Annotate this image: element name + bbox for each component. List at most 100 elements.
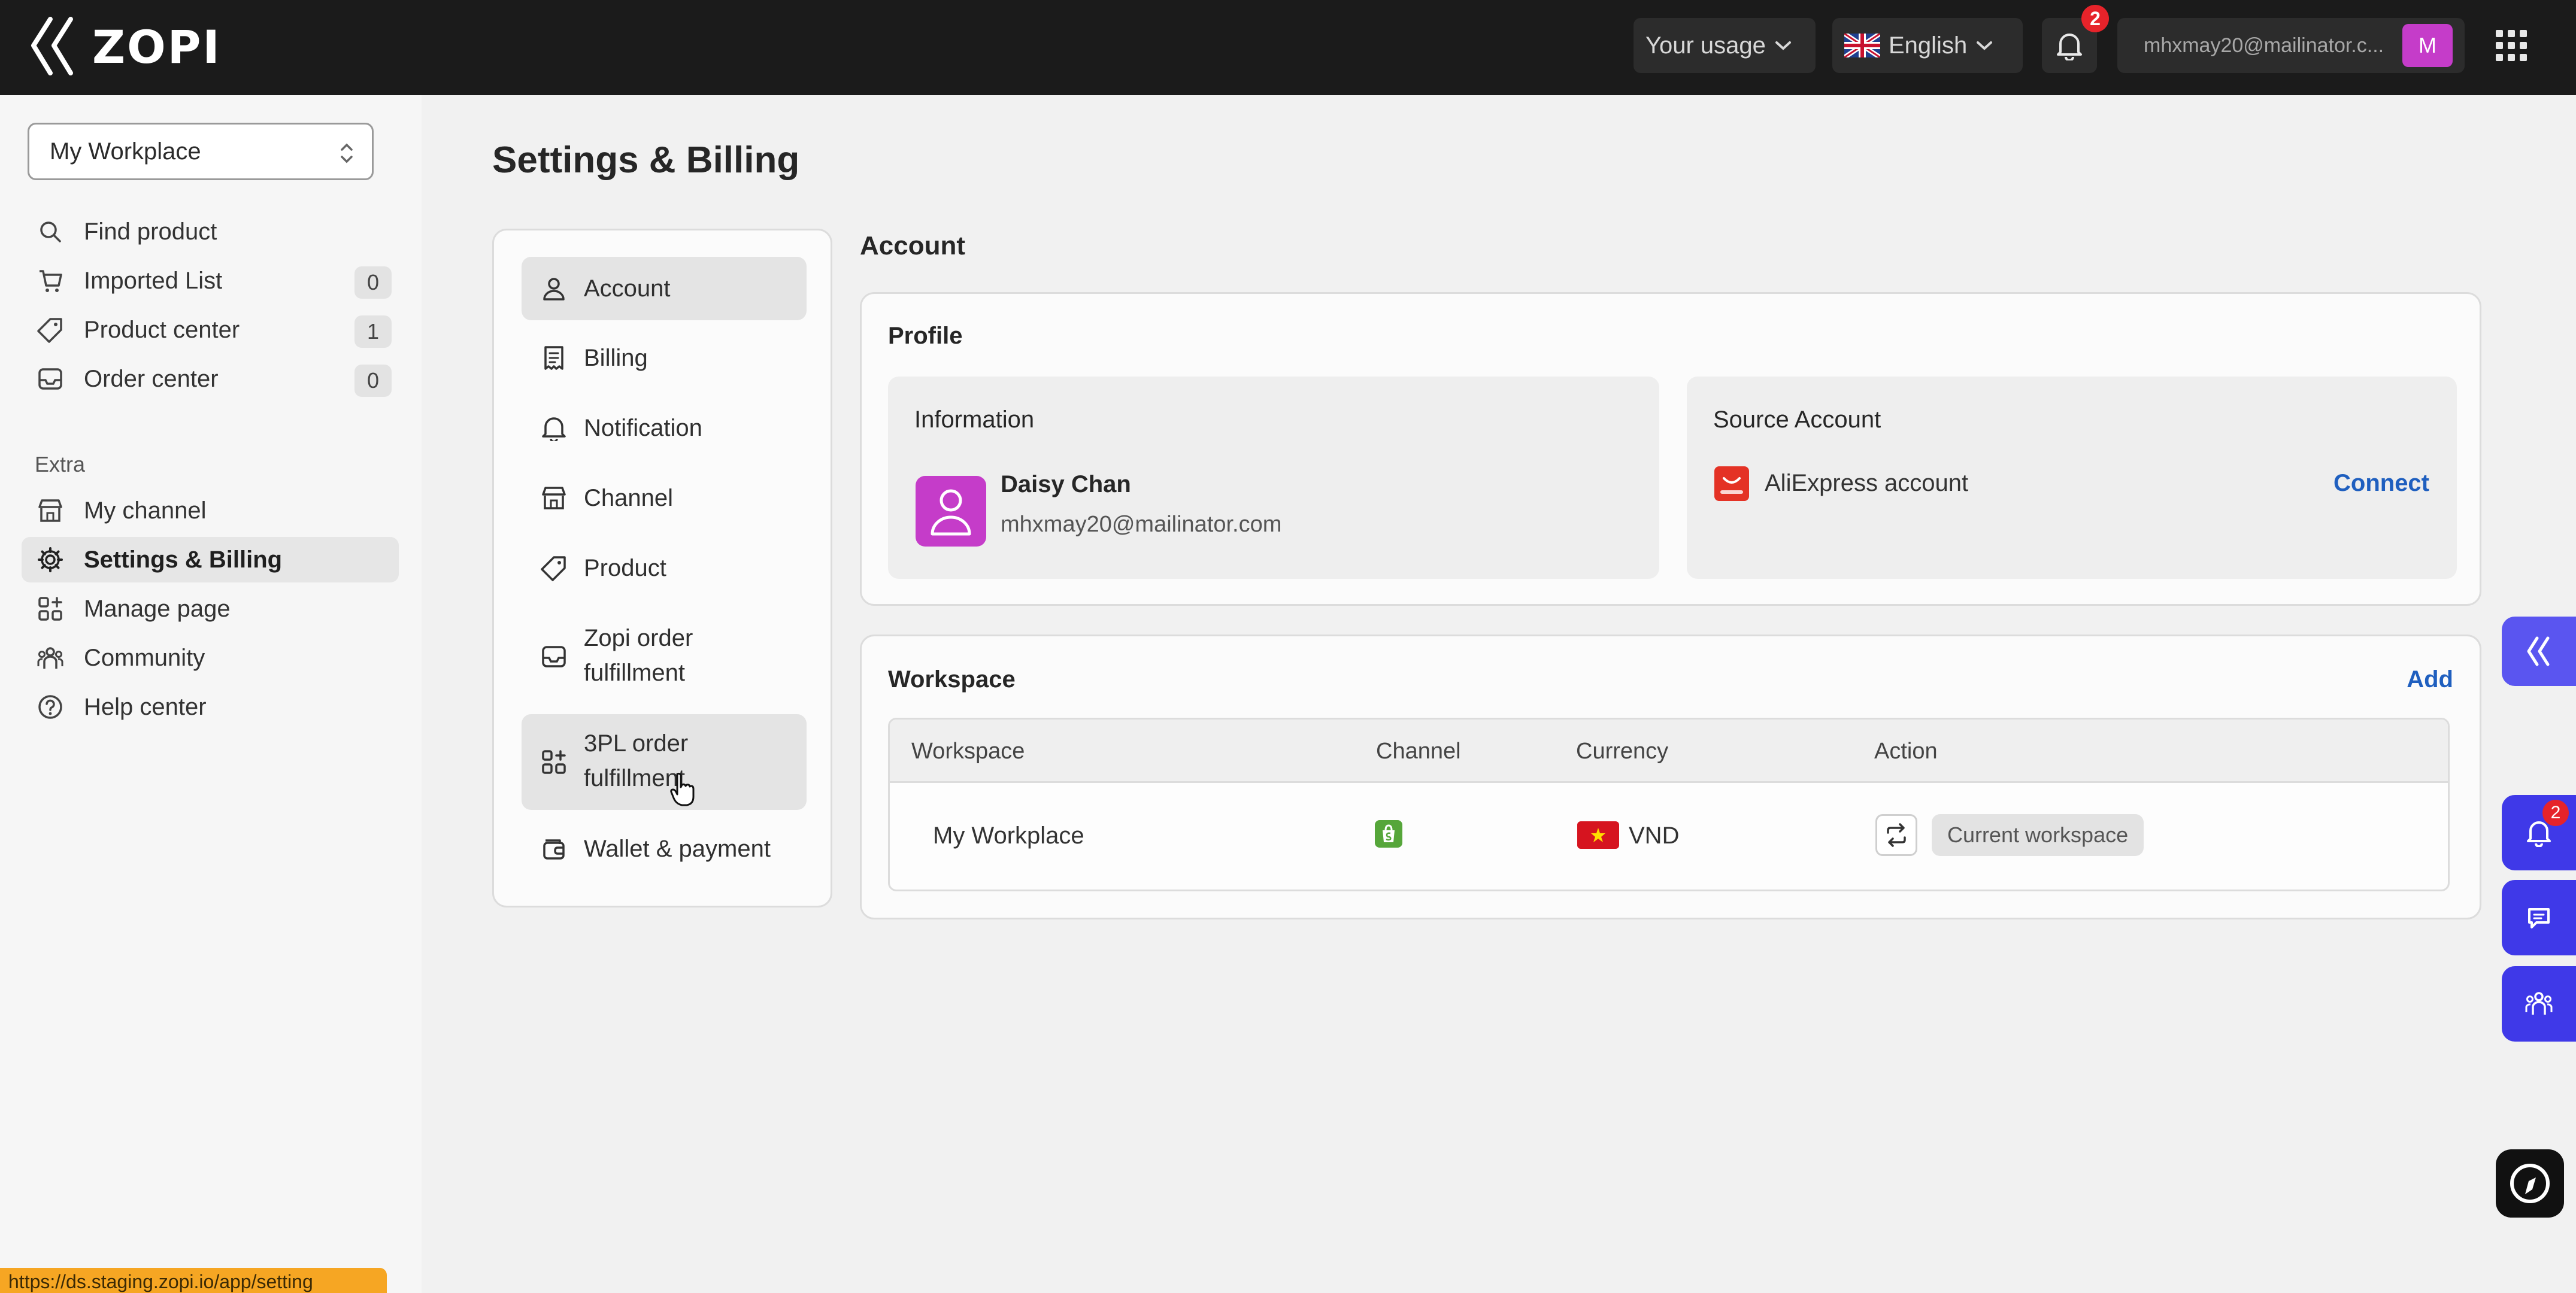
settings-menu-product[interactable]: Product bbox=[522, 539, 807, 597]
zopi-logo-icon bbox=[2527, 636, 2550, 666]
status-bar-url: https://ds.staging.zopi.io/app/setting bbox=[0, 1268, 387, 1293]
floating-community-button[interactable] bbox=[2502, 966, 2576, 1042]
settings-menu-label: fulfillment bbox=[584, 660, 685, 686]
current-workspace-badge: Current workspace bbox=[1932, 814, 2144, 856]
sidebar-item-order-center[interactable]: Order center 0 bbox=[22, 356, 399, 402]
settings-menu: Account Billing Notification Channel Pro… bbox=[492, 229, 832, 907]
sidebar-item-label: Imported List bbox=[84, 267, 223, 294]
sidebar-item-label: Order center bbox=[84, 365, 219, 392]
help-launcher-button[interactable] bbox=[2496, 1149, 2564, 1218]
settings-menu-billing[interactable]: Billing bbox=[522, 329, 807, 387]
column-header-action: Action bbox=[1874, 739, 1938, 764]
settings-menu-label: Account bbox=[584, 275, 671, 302]
sidebar-item-my-channel[interactable]: My channel bbox=[22, 488, 399, 533]
notification-badge: 2 bbox=[2081, 5, 2109, 32]
settings-menu-label: Product bbox=[584, 555, 666, 581]
profile-card-title: Profile bbox=[888, 323, 963, 349]
sidebar-item-find-product[interactable]: Find product bbox=[22, 209, 399, 254]
connect-link[interactable]: Connect bbox=[2333, 470, 2429, 497]
sidebar-item-label: My channel bbox=[84, 497, 207, 524]
settings-menu-label: Wallet & payment bbox=[584, 836, 771, 862]
profile-card: Profile Information Daisy Chan mhxmay20@… bbox=[860, 292, 2481, 606]
sidebar-item-label: Product center bbox=[84, 316, 240, 343]
settings-menu-3pl-order-fulfillment[interactable]: 3PL order fulfillment bbox=[522, 714, 807, 810]
profile-name: Daisy Chan bbox=[1001, 471, 1131, 497]
wallet-icon bbox=[543, 839, 565, 860]
floating-chat-button[interactable] bbox=[2502, 880, 2576, 955]
tag-icon bbox=[37, 318, 62, 343]
cart-icon bbox=[40, 270, 62, 292]
settings-menu-label: Zopi order bbox=[584, 625, 693, 651]
chat-icon bbox=[2528, 908, 2550, 928]
chevron-up-down-icon bbox=[341, 143, 353, 163]
sidebar-item-community[interactable]: Community bbox=[22, 635, 399, 681]
workspace-currency: VND bbox=[1629, 822, 1680, 849]
page-title: Settings & Billing bbox=[492, 139, 800, 181]
aliexpress-logo-icon bbox=[1714, 466, 1749, 501]
workspace-selector-label: My Workplace bbox=[50, 138, 201, 165]
users-icon bbox=[2525, 992, 2553, 1015]
floating-notification-badge: 2 bbox=[2542, 800, 2569, 826]
workspace-table: Workspace Channel Currency Action My Wor… bbox=[888, 718, 2450, 891]
vietnam-flag-icon bbox=[1577, 821, 1619, 849]
sidebar-item-imported-list[interactable]: Imported List 0 bbox=[22, 258, 399, 303]
receipt-icon bbox=[544, 346, 563, 370]
sidebar-item-label: Manage page bbox=[84, 595, 231, 622]
switch-workspace-button[interactable] bbox=[1875, 814, 1917, 856]
profile-avatar bbox=[916, 476, 986, 547]
workspace-name: My Workplace bbox=[933, 822, 1084, 849]
aliexpress-account-label: AliExpress account bbox=[1765, 470, 1969, 496]
sidebar-item-label: Settings & Billing bbox=[84, 546, 283, 573]
sidebar-item-help-center[interactable]: Help center bbox=[22, 684, 399, 730]
workspace-selector[interactable]: My Workplace bbox=[28, 123, 374, 180]
top-bar: ZOPI Your usage English 2 mhxmay20@maili… bbox=[0, 0, 2576, 95]
zopi-assistant-button[interactable] bbox=[2502, 617, 2576, 686]
your-usage-label: Your usage bbox=[1645, 32, 1766, 59]
settings-menu-label: Billing bbox=[584, 345, 648, 371]
count-badge: 0 bbox=[354, 266, 392, 299]
inbox-icon bbox=[542, 646, 566, 667]
gear-icon bbox=[38, 547, 63, 572]
count-badge: 0 bbox=[354, 365, 392, 397]
store-icon bbox=[38, 499, 62, 522]
switch-icon bbox=[1887, 823, 1906, 847]
sidebar-section-label: Extra bbox=[35, 452, 86, 476]
hand-pointer-icon bbox=[670, 772, 695, 806]
user-icon bbox=[543, 278, 565, 301]
language-dropdown[interactable]: English bbox=[1832, 18, 2023, 73]
settings-menu-label: Channel bbox=[584, 485, 674, 511]
settings-menu-zopi-order-fulfillment[interactable]: Zopi order fulfillment bbox=[522, 609, 807, 705]
information-title: Information bbox=[914, 406, 1035, 433]
source-account-panel: Source Account AliExpress account Connec… bbox=[1687, 377, 2457, 579]
sidebar-item-manage-page[interactable]: Manage page bbox=[22, 586, 399, 632]
sidebar-item-label: Community bbox=[84, 644, 205, 671]
zopi-logo-icon bbox=[31, 17, 73, 75]
user-email: mhxmay20@mailinator.c... bbox=[2144, 34, 2384, 57]
layout-icon bbox=[542, 750, 566, 774]
sidebar-item-product-center[interactable]: Product center 1 bbox=[22, 307, 399, 353]
users-icon bbox=[37, 647, 63, 669]
user-icon bbox=[931, 489, 971, 536]
shopify-icon bbox=[1375, 820, 1402, 848]
help-launcher-icon bbox=[2510, 1164, 2550, 1203]
zopi-logo[interactable]: ZOPI bbox=[26, 16, 222, 78]
workspace-card: Workspace Add Workspace Channel Currency… bbox=[860, 635, 2481, 919]
search-icon bbox=[40, 221, 61, 242]
source-account-title: Source Account bbox=[1713, 406, 1881, 433]
tag-icon bbox=[541, 556, 566, 581]
bell-icon bbox=[2057, 34, 2082, 60]
settings-menu-account[interactable]: Account bbox=[522, 257, 807, 320]
chevron-down-icon bbox=[1977, 41, 1993, 50]
sidebar-item-label: Help center bbox=[84, 693, 207, 720]
settings-menu-notification[interactable]: Notification bbox=[522, 399, 807, 457]
settings-menu-wallet-payment[interactable]: Wallet & payment bbox=[522, 819, 807, 878]
user-menu[interactable]: mhxmay20@mailinator.c... M bbox=[2117, 18, 2465, 73]
uk-flag-icon bbox=[1844, 34, 1880, 57]
add-workspace-link[interactable]: Add bbox=[2407, 666, 2453, 693]
apps-grid-icon[interactable] bbox=[2493, 28, 2529, 63]
settings-menu-channel[interactable]: Channel bbox=[522, 469, 807, 527]
table-header: Workspace Channel Currency Action bbox=[890, 720, 2448, 783]
your-usage-dropdown[interactable]: Your usage bbox=[1634, 18, 1816, 73]
sidebar-item-settings-billing[interactable]: Settings & Billing bbox=[22, 537, 399, 582]
chevron-down-icon bbox=[1775, 41, 1791, 50]
